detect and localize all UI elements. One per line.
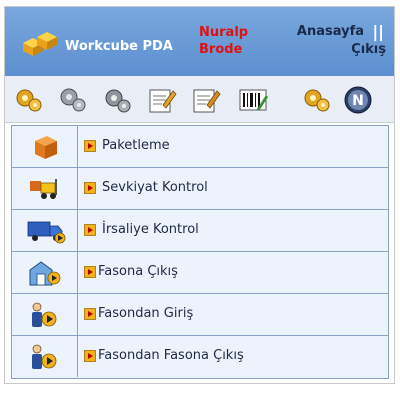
header-bar: Workcube PDA Nuralp Brode Anasayfa || Çı… <box>5 7 394 76</box>
menu-item-sevkiyat-kontrol[interactable]: Sevkiyat Kontrol <box>12 168 388 210</box>
main-menu: Paketleme Sevkiyat Kontrol İrsaliye Kont… <box>11 125 389 379</box>
arrow-bullet-icon <box>84 182 96 194</box>
puzzle-gear-icon[interactable] <box>13 85 45 115</box>
compass-icon[interactable]: N <box>341 85 375 115</box>
person-transfer-icon <box>32 344 57 369</box>
menu-item-label: Fasondan Giriş <box>98 306 194 321</box>
gears-icon[interactable] <box>57 85 89 115</box>
menu-item-label: İrsaliye Kontrol <box>102 222 199 237</box>
pda-frame: Workcube PDA Nuralp Brode Anasayfa || Çı… <box>4 6 395 384</box>
edit-form-icon[interactable] <box>145 85 177 115</box>
menu-item-label: Sevkiyat Kontrol <box>102 180 208 195</box>
arrow-bullet-icon <box>84 140 96 152</box>
menu-item-fasondan-fasona-cikis[interactable]: Fasondan Fasona Çıkış <box>12 336 388 378</box>
menu-icon-cell <box>12 168 78 209</box>
puzzle-gear-alt-icon[interactable] <box>301 85 333 115</box>
app-title: Workcube PDA <box>65 39 173 54</box>
header-separator: || <box>372 22 384 41</box>
menu-item-label: Fasona Çıkış <box>98 264 178 279</box>
package-box-icon <box>35 136 57 159</box>
workcube-logo-icon <box>23 32 57 56</box>
menu-item-fasondan-giris[interactable]: Fasondan Giriş <box>12 294 388 336</box>
person-entry-icon <box>32 302 57 327</box>
forklift-icon <box>30 179 57 199</box>
arrow-bullet-icon <box>84 266 96 278</box>
user-last-name: Brode <box>199 42 243 57</box>
gears-alt-icon[interactable] <box>101 85 133 115</box>
user-name: Nuralp Brode <box>199 24 248 58</box>
arrow-bullet-icon <box>84 350 96 362</box>
user-first-name: Nuralp <box>199 25 249 40</box>
logout-link[interactable]: Çıkış <box>351 42 386 57</box>
menu-icon-cell <box>12 336 78 377</box>
arrow-bullet-icon <box>84 308 96 320</box>
menu-item-fasona-cikis[interactable]: Fasona Çıkış <box>12 252 388 294</box>
delivery-truck-icon <box>27 221 66 244</box>
warehouse-exit-icon <box>29 261 61 286</box>
menu-icon-cell <box>12 210 78 251</box>
home-link[interactable]: Anasayfa <box>297 24 364 39</box>
menu-item-label: Fasondan Fasona Çıkış <box>98 348 244 363</box>
menu-icon-cell <box>12 252 78 293</box>
arrow-bullet-icon <box>84 224 96 236</box>
barcode-icon[interactable] <box>237 85 269 115</box>
toolbar: N <box>5 76 394 123</box>
menu-item-irsaliye-kontrol[interactable]: İrsaliye Kontrol <box>12 210 388 252</box>
menu-item-paketleme[interactable]: Paketleme <box>12 126 388 168</box>
menu-icon-cell <box>12 294 78 335</box>
menu-item-label: Paketleme <box>102 138 170 153</box>
edit-form-alt-icon[interactable] <box>189 85 221 115</box>
svg-text:N: N <box>352 93 364 109</box>
menu-icon-cell <box>12 126 78 167</box>
